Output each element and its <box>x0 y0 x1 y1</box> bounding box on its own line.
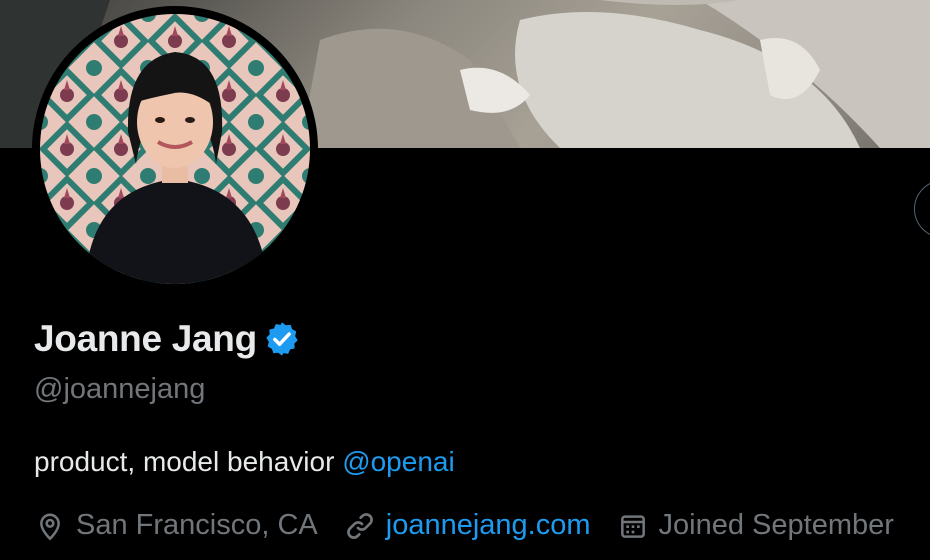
profile-handle: @joannejang <box>34 373 206 405</box>
location-pin-icon <box>40 513 60 540</box>
joined-text: Joined September <box>658 509 894 541</box>
website-link[interactable]: joannejang.com <box>386 509 591 542</box>
display-name: Joanne Jang <box>34 318 257 359</box>
profile-bio: product, model behavior @openai <box>34 446 455 478</box>
location-text: San Francisco, CA <box>76 509 318 541</box>
bio-mention-link[interactable]: @openai <box>342 446 455 477</box>
bio-text: product, model behavior <box>34 446 343 477</box>
joined-item: Joined September <box>617 509 894 542</box>
follow-button[interactable] <box>914 180 930 238</box>
website-item[interactable]: joannejang.com <box>344 509 591 542</box>
location-item: San Francisco, CA <box>34 509 318 542</box>
avatar[interactable] <box>40 14 310 284</box>
calendar-icon <box>620 514 645 538</box>
profile-name-row: Joanne Jang <box>34 318 301 360</box>
verified-badge-icon[interactable] <box>263 320 301 358</box>
profile-meta: San Francisco, CA joannejang.com Joined … <box>34 509 920 542</box>
link-icon <box>346 512 373 539</box>
